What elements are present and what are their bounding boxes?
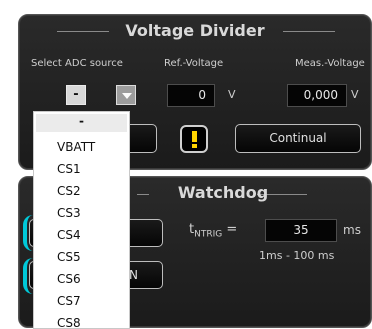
dropdown-item[interactable]: CS6 (34, 268, 129, 290)
continual-button[interactable]: Continual (235, 124, 361, 153)
tntrig-unit: ms (343, 223, 361, 237)
dropdown-item[interactable]: CS8 (34, 312, 129, 328)
dropdown-item[interactable]: CS4 (34, 224, 129, 246)
t-subscript: NTRIG (194, 229, 223, 240)
t-equals: = (226, 222, 238, 237)
adc-source-label: Select ADC source (31, 58, 123, 69)
warning-icon[interactable] (180, 125, 208, 153)
meas-voltage-unit: V (351, 88, 359, 101)
ref-voltage-unit: V (228, 88, 236, 101)
meas-voltage-field: 0,000 (287, 84, 347, 107)
adc-source-dropdown-list[interactable]: - VBATT CS1 CS2 CS3 CS4 CS5 CS6 CS7 CS8 (33, 111, 130, 329)
ref-voltage-label: Ref.-Voltage (164, 58, 224, 69)
voltage-divider-title: Voltage Divider (125, 21, 265, 40)
tntrig-range: 1ms - 100 ms (259, 249, 335, 262)
meas-voltage-label: Meas.-Voltage (295, 58, 365, 69)
dropdown-item[interactable]: CS2 (34, 180, 129, 202)
dropdown-item[interactable]: CS1 (34, 158, 129, 180)
dropdown-item[interactable]: CS7 (34, 290, 129, 312)
dropdown-item[interactable]: CS3 (34, 202, 129, 224)
ref-voltage-field[interactable]: 0 (167, 84, 215, 107)
dropdown-item[interactable]: CS5 (34, 246, 129, 268)
tntrig-label: tNTRIG = (189, 222, 237, 240)
adc-source-select[interactable]: - (66, 85, 86, 105)
dropdown-arrow-icon[interactable] (116, 85, 136, 105)
dropdown-item[interactable]: - (36, 114, 127, 132)
tntrig-field[interactable]: 35 (265, 219, 337, 242)
dropdown-item[interactable]: VBATT (34, 136, 129, 158)
app-window: Voltage Divider Select ADC source Ref.-V… (0, 0, 372, 329)
